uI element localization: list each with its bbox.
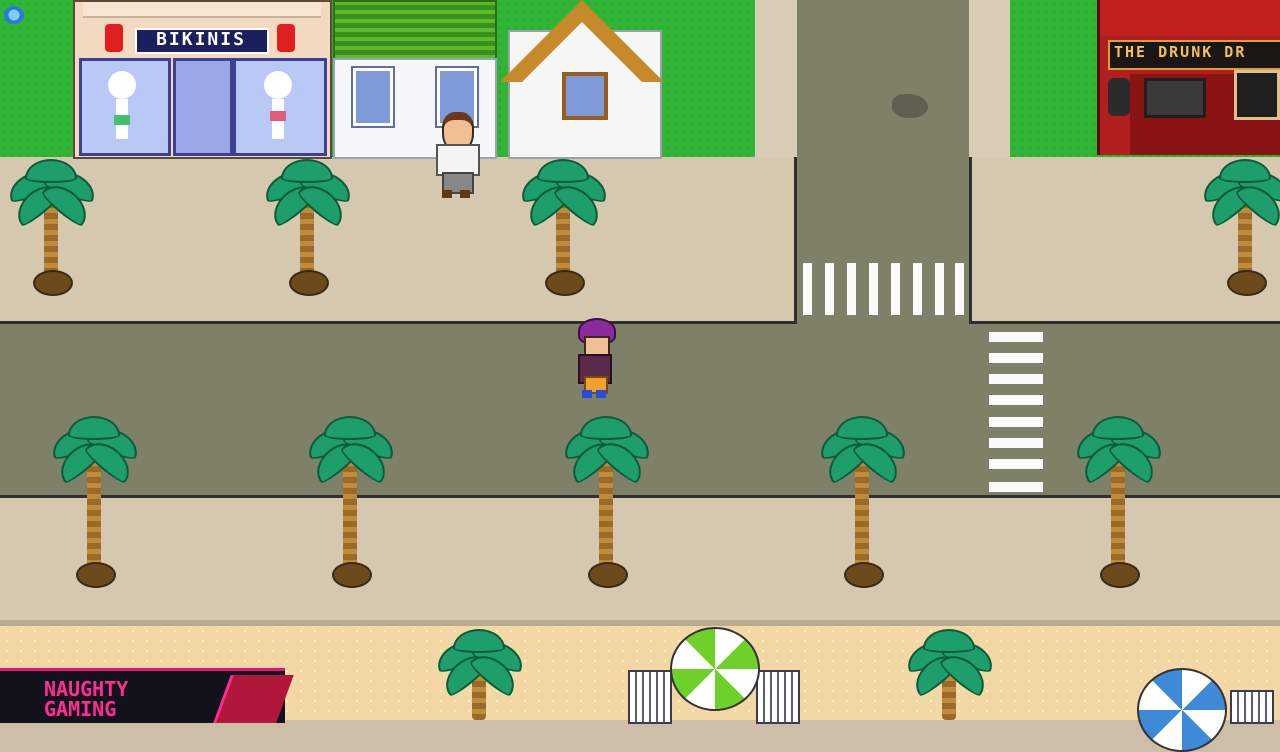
beach-umbrella-icon — [1137, 668, 1227, 752]
shop-door[interactable] — [173, 58, 233, 156]
palm-tree-icon — [902, 625, 998, 720]
beach-chair-icon — [628, 670, 672, 724]
palm-tree-icon — [1071, 412, 1167, 592]
palm-tree-icon — [260, 155, 356, 296]
palm-tree-icon — [4, 155, 100, 296]
beach-umbrella-icon — [670, 627, 760, 711]
sidewalk-upper-left — [0, 157, 797, 323]
palm-tree-icon — [303, 412, 399, 592]
palm-tree-icon — [815, 412, 911, 592]
palm-tree-icon — [559, 412, 655, 592]
beach-chair-icon — [1230, 690, 1274, 724]
lamp-icon — [1108, 78, 1130, 116]
bikini-shop-sign-text: BIKINIS — [156, 29, 246, 50]
palm-tree-icon — [1198, 155, 1280, 296]
pub-sign-text: THE DRUNK DR — [1114, 43, 1247, 61]
logo-line2: GAMING — [44, 697, 117, 721]
shop-window-right — [233, 58, 327, 156]
logo-line1: NAUGHTY — [44, 677, 129, 701]
shop-window-left — [79, 58, 171, 156]
flower-icon — [4, 6, 24, 24]
palm-tree-icon — [47, 412, 143, 592]
bikini-shop[interactable]: BIKINIS — [73, 0, 332, 159]
beach-chair-icon — [756, 670, 800, 724]
naughty-gaming-logo: NAUGHTY GAMING — [0, 668, 294, 723]
cottage-house[interactable] — [500, 0, 665, 159]
pub-window — [1144, 78, 1206, 118]
pub-window — [1234, 70, 1280, 120]
house-window-left — [351, 66, 395, 128]
sidewalk-vertical-left — [755, 0, 797, 157]
npc-man-icon[interactable] — [434, 112, 480, 198]
sidewalk-vertical-right — [969, 0, 1010, 157]
crosswalk-right — [989, 332, 1043, 492]
curb-vertical-left — [794, 157, 797, 324]
road-stain — [892, 94, 928, 118]
curb-vertical-right — [969, 157, 972, 324]
player-character-icon[interactable] — [572, 318, 616, 400]
palm-tree-icon — [432, 625, 528, 720]
crosswalk-top — [800, 263, 968, 315]
drunk-pub[interactable]: THE DRUNK DR — [1097, 0, 1280, 155]
palm-tree-icon — [516, 155, 612, 296]
cottage-window — [562, 72, 608, 120]
